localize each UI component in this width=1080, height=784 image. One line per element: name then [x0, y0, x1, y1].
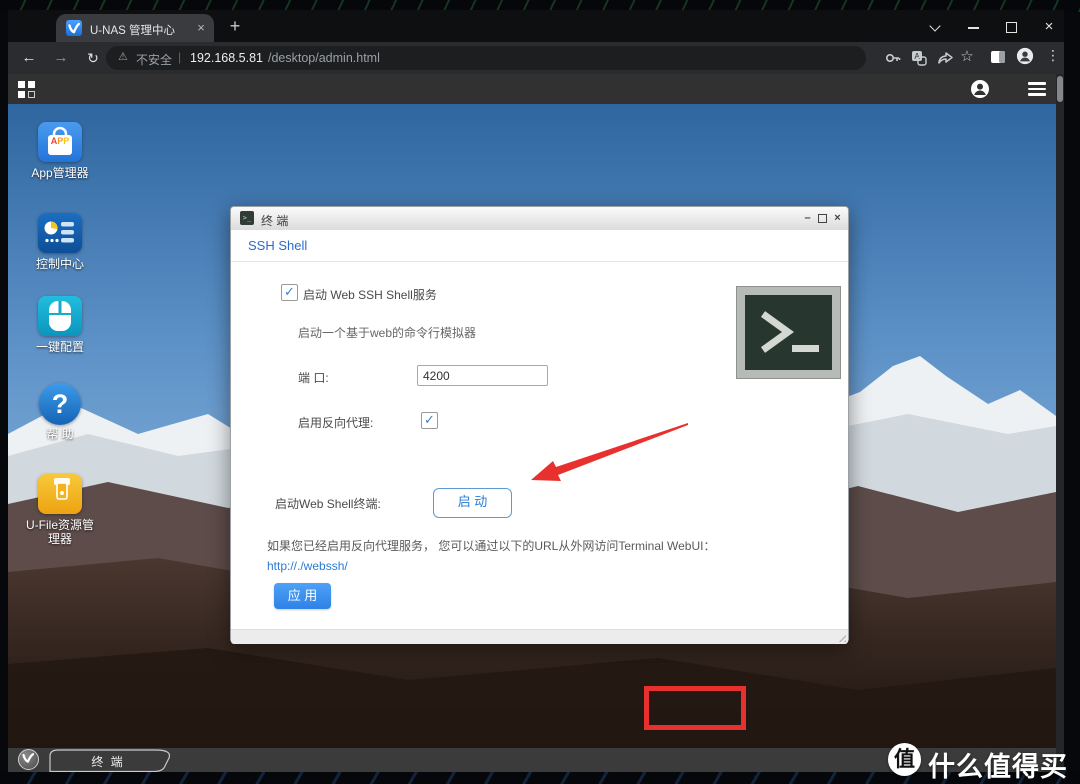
dialog-minimize-icon[interactable]: –	[801, 212, 814, 225]
scrollbar-thumb[interactable]	[1057, 76, 1063, 102]
dialog-tab-row: SSH Shell	[231, 230, 848, 262]
desktop-icon-label: 控制中心	[35, 257, 84, 271]
browser-tab[interactable]: U-NAS 管理中心 ×	[56, 14, 214, 42]
port-input[interactable]	[417, 365, 548, 386]
url-divider: |	[178, 50, 182, 64]
browser-tab-strip: U-NAS 管理中心 × + ×	[8, 10, 1064, 42]
reverse-proxy-checkbox[interactable]: ✓	[421, 412, 438, 429]
desktop-icon-label: 一键配置	[35, 340, 84, 354]
enable-ssh-label: 启动 Web SSH Shell服务	[303, 288, 437, 302]
url-field[interactable]: ⚠ 不安全 | 192.168.5.81 /desktop/admin.html	[106, 46, 866, 70]
reverse-proxy-label: 启用反向代理:	[298, 416, 374, 430]
tab-title: U-NAS 管理中心	[90, 25, 175, 37]
web-shell-label: 启动Web Shell终端:	[275, 497, 381, 511]
dialog-close-icon[interactable]: ×	[831, 212, 844, 225]
terminal-mini-icon: >_	[240, 211, 254, 225]
desktop-icon-help[interactable]: ? 帮 助	[15, 383, 105, 441]
url-host: 192.168.5.81	[190, 51, 263, 65]
dialog-footer	[231, 629, 848, 644]
taskbar-window-tab-terminal[interactable]: 终 端	[48, 748, 180, 772]
window-close-icon[interactable]: ×	[1041, 19, 1057, 34]
taskbar-tab-label: 终 端	[91, 755, 125, 769]
dialog-maximize-icon[interactable]	[816, 212, 829, 225]
smzdm-watermark-text: 什么值得买	[928, 752, 1068, 782]
bookmark-star-icon[interactable]: ☆	[958, 47, 976, 65]
ufile-folder-icon	[38, 474, 82, 514]
window-chevron-down-icon[interactable]	[927, 20, 943, 34]
dialog-title-bar[interactable]: >_ 终 端 – ×	[231, 207, 848, 231]
apply-button[interactable]: 应 用	[274, 583, 331, 609]
os-desktop-edge-bottom	[0, 770, 1080, 784]
port-label: 端 口:	[298, 371, 329, 385]
desktop-icon-label: U-File资源管理器	[26, 518, 94, 546]
terminal-preview-icon	[736, 286, 841, 379]
app-manager-icon: APP	[38, 122, 82, 162]
user-account-icon[interactable]	[970, 79, 990, 99]
app-grid-icon[interactable]	[18, 81, 36, 98]
tab-close-icon[interactable]: ×	[194, 21, 208, 35]
reload-icon[interactable]: ↻	[82, 47, 104, 69]
terminal-dialog: >_ 终 端 – × SSH Shell ✓ 启动 Web SSH Shell服…	[230, 206, 849, 730]
question-mark-glyph: ?	[39, 383, 81, 425]
share-icon[interactable]	[936, 49, 954, 67]
ssh-description: 启动一个基于web的命令行模拟器	[298, 326, 477, 340]
browser-menu-dots-icon[interactable]: ⋮	[1046, 47, 1060, 64]
app-badge: APP	[50, 136, 70, 146]
browser-window: U-NAS 管理中心 × + × ← → ↻ ⚠ 不安全 | 192.168.5…	[8, 10, 1064, 772]
help-icon: ?	[38, 383, 82, 425]
one-key-config-icon	[38, 296, 82, 336]
key-icon[interactable]	[884, 49, 902, 67]
security-label: 不安全	[136, 53, 173, 67]
translate-icon[interactable]: A	[910, 49, 928, 67]
security-warning-icon: ⚠	[118, 51, 128, 63]
unas-taskbar-logo-icon[interactable]	[18, 749, 39, 770]
enable-ssh-checkbox[interactable]: ✓	[281, 284, 298, 301]
browser-profile-avatar[interactable]	[1016, 47, 1034, 65]
desktop-icon-label: 帮 助	[46, 427, 74, 441]
unas-favicon-icon	[66, 20, 82, 36]
reverse-proxy-hint: 如果您已经启用反向代理服务， 您可以通过以下的URL从外网访问Terminal …	[267, 539, 716, 553]
resize-handle[interactable]	[836, 632, 846, 642]
tab-ssh-shell[interactable]: SSH Shell	[248, 238, 307, 253]
back-icon[interactable]: ←	[18, 47, 40, 69]
control-center-icon	[38, 213, 82, 253]
menu-list-icon[interactable]	[1028, 82, 1046, 99]
desktop-icon-one-key-config[interactable]: 一键配置	[15, 296, 105, 354]
smzdm-badge-icon: 值	[888, 743, 921, 776]
desktop-icon-ufile-manager[interactable]: U-File资源管理器	[15, 474, 105, 546]
window-maximize-icon[interactable]	[1003, 20, 1019, 34]
browser-address-bar: ← → ↻ ⚠ 不安全 | 192.168.5.81 /desktop/admi…	[8, 42, 1064, 74]
nas-top-toolbar	[8, 74, 1056, 104]
annotation-red-rectangle	[644, 686, 746, 730]
forward-icon[interactable]: →	[50, 47, 72, 69]
dialog-title: 终 端	[261, 214, 289, 228]
start-button[interactable]: 启 动	[433, 488, 512, 518]
url-path: /desktop/admin.html	[268, 51, 380, 65]
desktop-icon-label: App管理器	[31, 166, 89, 180]
webssh-link[interactable]: http://./webssh/	[267, 559, 348, 573]
new-tab-button[interactable]: +	[225, 16, 245, 36]
sidebar-icon[interactable]	[989, 48, 1007, 66]
desktop-icon-control-center[interactable]: 控制中心	[15, 213, 105, 271]
desktop-icon-app-manager[interactable]: APP App管理器	[15, 122, 105, 180]
page-scrollbar[interactable]	[1056, 74, 1064, 772]
window-minimize-icon[interactable]	[965, 20, 981, 34]
